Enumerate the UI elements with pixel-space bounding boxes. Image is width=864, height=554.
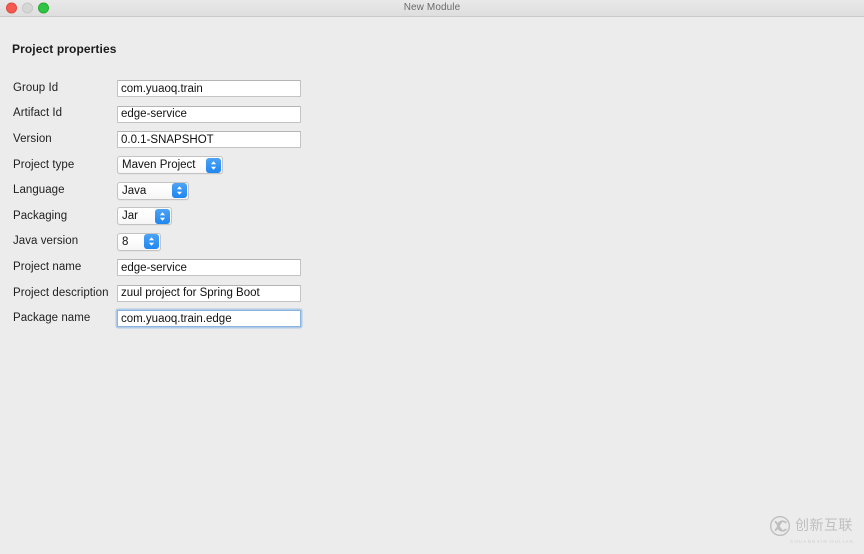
project-type-select[interactable]: Maven Project: [117, 156, 223, 175]
form-row: Project type Maven Project: [0, 152, 864, 178]
version-input[interactable]: [117, 131, 301, 149]
field-label-project-description: Project description: [13, 286, 109, 299]
java-version-selected-value: 8: [122, 235, 129, 248]
field-label-java-version: Java version: [13, 235, 79, 248]
project-properties-form: Group Id Artifact Id Version Project type Ma…: [0, 75, 864, 331]
field-wrapper: [117, 283, 301, 302]
field-wrapper: Maven Project: [117, 155, 223, 175]
form-row: Packaging Jar: [0, 203, 864, 229]
dialog-content: Project properties Group Id Artifact Id Ve…: [0, 17, 864, 554]
close-window-button[interactable]: [6, 2, 17, 14]
chevron-up-down-icon: [206, 157, 221, 173]
packaging-select[interactable]: Jar: [117, 207, 172, 226]
field-label-artifact-id: Artifact Id: [13, 107, 63, 120]
form-row: Java version 8: [0, 229, 864, 255]
field-label-group-id: Group Id: [13, 81, 59, 94]
field-wrapper: [117, 104, 301, 123]
artifact-id-input[interactable]: [117, 105, 301, 123]
field-wrapper: 8: [117, 232, 161, 251]
group-id-input[interactable]: [117, 80, 301, 98]
watermark-logo-icon: [769, 515, 791, 536]
watermark-cn-text: 创新互联: [795, 517, 853, 534]
form-row: Package name: [0, 305, 864, 331]
project-type-selected-value: Maven Project: [122, 159, 196, 172]
field-wrapper: [117, 309, 301, 328]
java-version-select[interactable]: 8: [117, 232, 161, 251]
form-row: Artifact Id: [0, 101, 864, 127]
form-row: Version: [0, 126, 864, 152]
field-label-package-name: Package name: [13, 312, 91, 325]
window-title: New Module: [403, 2, 461, 13]
packaging-selected-value: Jar: [122, 210, 138, 223]
language-selected-value: Java: [122, 184, 147, 197]
language-select[interactable]: Java: [117, 181, 189, 200]
zoom-window-button[interactable]: [38, 2, 49, 14]
project-description-input[interactable]: [117, 284, 301, 302]
form-row: Project name: [0, 254, 864, 280]
traffic-lights: [6, 2, 49, 14]
field-label-language: Language: [13, 184, 65, 197]
package-name-input[interactable]: [117, 310, 301, 328]
field-label-packaging: Packaging: [13, 209, 68, 222]
new-module-window: New Module Project properties Group Id Ar…: [0, 0, 864, 554]
field-label-project-type: Project type: [13, 158, 75, 171]
field-wrapper: Java: [117, 181, 189, 200]
site-watermark: 创新互联 CHUANGXIN HULIAN: [762, 509, 860, 549]
project-name-input[interactable]: [117, 259, 301, 277]
form-row: Group Id: [0, 75, 864, 101]
chevron-up-down-icon: [155, 208, 170, 224]
window-titlebar: New Module: [0, 0, 864, 17]
watermark-en-text: CHUANGXIN HULIAN: [790, 538, 854, 544]
field-label-project-name: Project name: [13, 260, 82, 273]
field-wrapper: [117, 130, 301, 149]
field-wrapper: [117, 79, 301, 98]
watermark-row: 创新互联: [769, 515, 853, 537]
form-row: Project description: [0, 280, 864, 306]
page-title: Project properties: [12, 42, 117, 56]
minimize-window-button[interactable]: [22, 2, 33, 14]
chevron-up-down-icon: [172, 183, 187, 199]
field-label-version: Version: [13, 132, 52, 145]
field-wrapper: [117, 258, 301, 277]
form-row: Language Java: [0, 177, 864, 203]
field-wrapper: Jar: [117, 206, 172, 226]
chevron-up-down-icon: [144, 234, 159, 250]
